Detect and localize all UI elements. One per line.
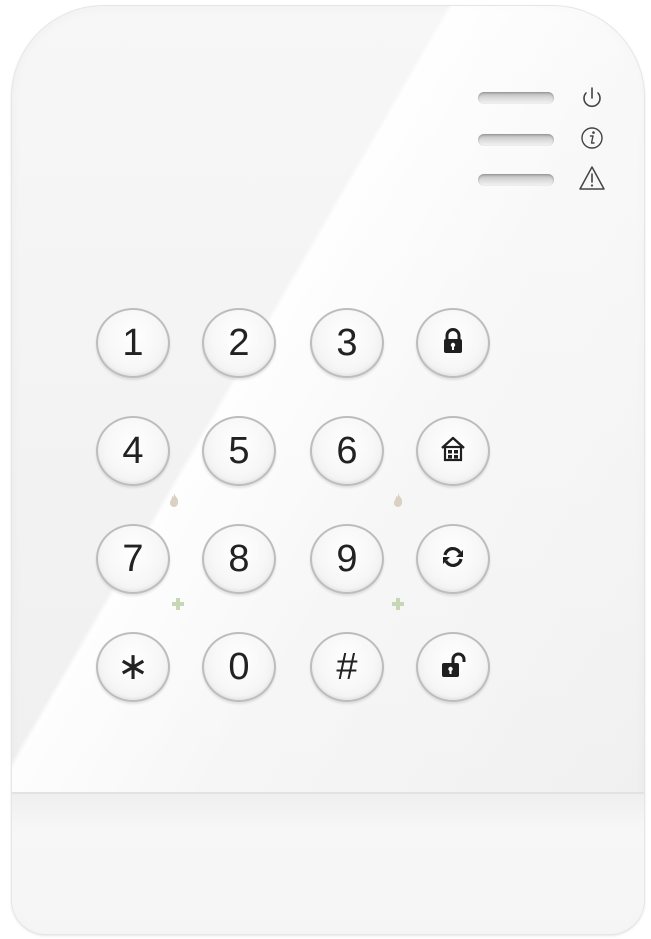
warning-icon (578, 164, 606, 192)
home-icon (438, 434, 468, 469)
key-1[interactable]: 1 (96, 308, 170, 378)
status-led-info (478, 134, 554, 146)
fire-hint-icon (390, 492, 406, 508)
key-3[interactable]: 3 (310, 308, 384, 378)
key-label: ∗ (117, 646, 149, 688)
fire-hint-icon (166, 492, 182, 508)
key-label: 1 (122, 322, 144, 364)
key-label: 4 (122, 430, 144, 472)
key-label: 2 (228, 322, 250, 364)
key-label: 9 (336, 538, 358, 580)
key-arm-away[interactable] (416, 308, 490, 378)
key-0[interactable]: 0 (202, 632, 276, 702)
key-label: 3 (336, 322, 358, 364)
key-label: 5 (228, 430, 250, 472)
key-6[interactable]: 6 (310, 416, 384, 486)
status-led-power (478, 92, 554, 104)
alarm-keypad-device: 1 2 3 4 5 6 7 8 9 ∗ 0 # (12, 6, 644, 934)
key-5[interactable]: 5 (202, 416, 276, 486)
key-8[interactable]: 8 (202, 524, 276, 594)
key-arm-home[interactable] (416, 416, 490, 486)
lock-icon (438, 326, 468, 361)
key-label: 7 (122, 538, 144, 580)
device-bottom-band (12, 792, 644, 934)
power-icon (578, 84, 606, 112)
info-icon (578, 124, 606, 152)
refresh-icon (438, 542, 468, 577)
status-led-warning (478, 174, 554, 186)
medical-plus-icon (170, 596, 186, 612)
key-label: 8 (228, 538, 250, 580)
key-9[interactable]: 9 (310, 524, 384, 594)
key-label: # (336, 646, 358, 688)
key-star[interactable]: ∗ (96, 632, 170, 702)
key-reset[interactable] (416, 524, 490, 594)
key-4[interactable]: 4 (96, 416, 170, 486)
key-7[interactable]: 7 (96, 524, 170, 594)
unlock-icon (438, 650, 468, 685)
medical-plus-icon (390, 596, 406, 612)
key-label: 0 (228, 646, 250, 688)
key-label: 6 (336, 430, 358, 472)
key-disarm[interactable] (416, 632, 490, 702)
key-hash[interactable]: # (310, 632, 384, 702)
key-2[interactable]: 2 (202, 308, 276, 378)
